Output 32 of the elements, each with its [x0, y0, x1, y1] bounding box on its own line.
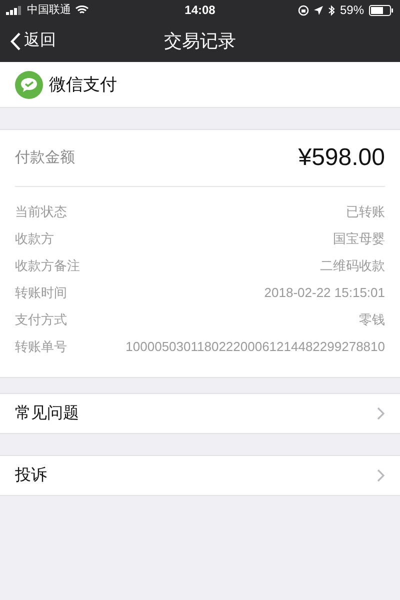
- amount-value: ¥598.00: [298, 143, 385, 173]
- location-icon: [314, 6, 323, 14]
- detail-value: 零钱: [359, 310, 385, 329]
- chevron-left-icon: [10, 32, 21, 50]
- detail-value: 二维码收款: [320, 256, 385, 275]
- detail-label: 转账单号: [15, 338, 67, 356]
- detail-label: 转账时间: [15, 284, 67, 302]
- detail-value: 已转账: [346, 202, 385, 221]
- carrier-name: 中国联通: [27, 2, 71, 18]
- detail-value: 2018-02-22 15:15:01: [264, 284, 385, 302]
- merchant-name: 微信支付: [49, 74, 117, 96]
- page-title: 交易记录: [164, 30, 236, 52]
- signal-icon: [6, 6, 23, 14]
- detail-label: 支付方式: [15, 310, 67, 329]
- detail-label: 收款方备注: [15, 256, 80, 275]
- chat-bubble-logo-icon: [15, 70, 43, 98]
- detail-value: 国宝母婴: [333, 230, 385, 248]
- chevron-right-icon: [377, 469, 385, 482]
- detail-label: 收款方: [15, 230, 54, 248]
- battery-percent: 59%: [340, 2, 364, 19]
- detail-label: 当前状态: [15, 202, 67, 221]
- battery-icon: [369, 4, 394, 16]
- back-button[interactable]: 返回: [0, 29, 56, 53]
- detail-value: 100005030118022200061214482299278810: [126, 338, 385, 356]
- rotation-lock-icon: [298, 4, 309, 16]
- bluetooth-icon: [328, 4, 335, 16]
- menu-row[interactable]: 投诉: [0, 455, 400, 496]
- clock-time: 14:08: [184, 2, 216, 19]
- chevron-right-icon: [377, 407, 385, 420]
- wifi-icon: [75, 5, 89, 15]
- amount-label: 付款金额: [15, 148, 75, 168]
- menu-row[interactable]: 常见问题: [0, 393, 400, 434]
